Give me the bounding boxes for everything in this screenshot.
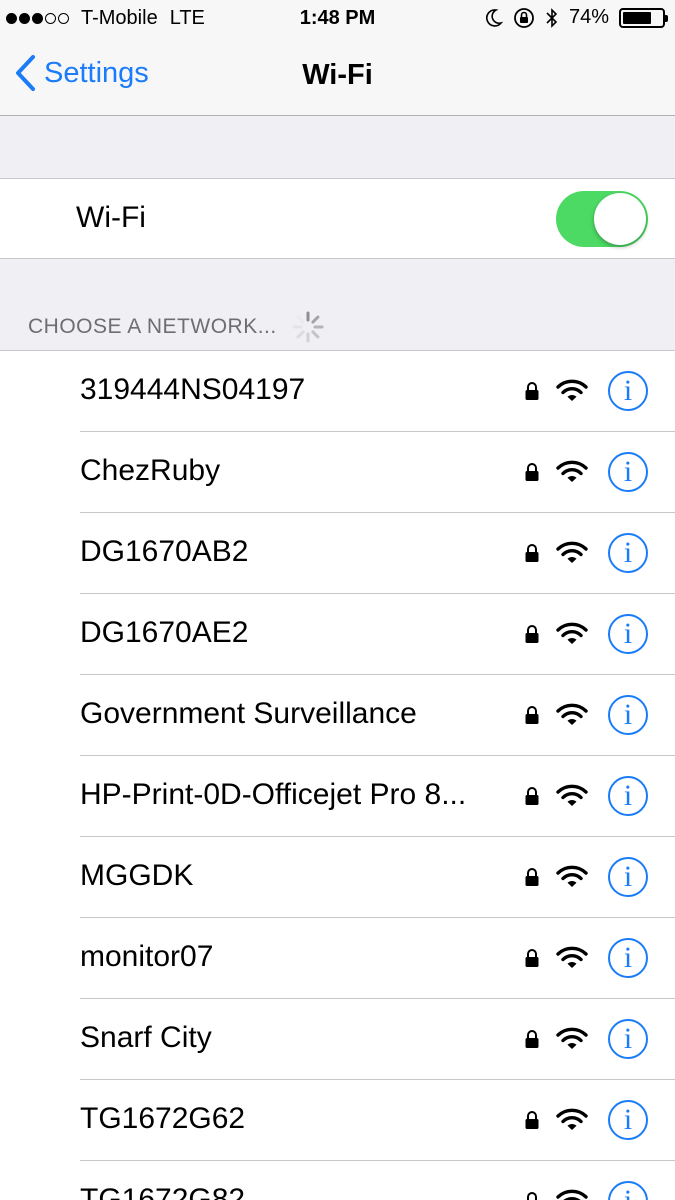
wifi-signal-icon: [556, 865, 588, 887]
wifi-signal-icon: [556, 1189, 588, 1200]
lock-icon: [525, 787, 539, 805]
network-name: monitor07: [80, 940, 214, 973]
bluetooth-icon: [546, 7, 558, 28]
lock-icon: [525, 382, 539, 400]
network-name: DG1670AE2: [80, 616, 249, 649]
lock-icon: [527, 1192, 537, 1200]
wifi-signal-icon: [556, 622, 588, 644]
lock-icon: [525, 1030, 539, 1048]
network-row[interactable]: 319444NS04197 i: [0, 351, 675, 432]
network-name: DG1670AB2: [80, 535, 249, 568]
page-title: Wi-Fi: [302, 59, 373, 91]
network-name: Snarf City: [80, 1021, 212, 1054]
top-bar: T-Mobile LTE 1:48 PM 74% Settings Wi-Fi: [0, 0, 675, 116]
info-button[interactable]: i: [608, 533, 648, 573]
network-row[interactable]: DG1670AE2 i: [0, 594, 675, 675]
lock-icon: [525, 625, 539, 643]
info-button[interactable]: i: [608, 1181, 648, 1200]
lock-icon: [525, 706, 539, 724]
info-button[interactable]: i: [608, 614, 648, 654]
navigation-bar: Settings Wi-Fi: [0, 40, 675, 116]
network-name: MGGDK: [80, 859, 194, 892]
network-row[interactable]: DG1670AB2 i: [0, 513, 675, 594]
network-name: Government Surveillance: [80, 697, 417, 730]
info-button[interactable]: i: [608, 371, 648, 411]
wifi-signal-icon: [556, 946, 588, 968]
wifi-signal-icon: [556, 1108, 588, 1130]
info-button[interactable]: i: [608, 776, 648, 816]
network-list: 319444NS04197 i ChezRuby i DG1670AB2 i D…: [0, 350, 675, 1200]
loading-spinner-icon: [292, 311, 324, 343]
network-row[interactable]: ChezRuby i: [0, 432, 675, 513]
network-name: TG1672G62: [80, 1102, 246, 1135]
wifi-signal-icon: [556, 703, 588, 725]
lock-icon: [525, 949, 539, 967]
toggle-knob: [594, 193, 646, 245]
wifi-signal-icon: [556, 460, 588, 482]
battery-icon: [619, 7, 668, 28]
lock-icon: [525, 544, 539, 562]
battery-percent: 74%: [568, 6, 609, 28]
section-header: CHOOSE A NETWORK...: [28, 310, 325, 344]
network-name: HP-Print-0D-Officejet Pro 8...: [80, 778, 467, 811]
network-row[interactable]: HP-Print-0D-Officejet Pro 8... i: [0, 756, 675, 837]
wifi-signal-icon: [556, 1027, 588, 1049]
info-button[interactable]: i: [608, 452, 648, 492]
section-header-label: CHOOSE A NETWORK...: [28, 315, 277, 338]
info-button[interactable]: i: [608, 1019, 648, 1059]
status-bar: T-Mobile LTE 1:48 PM 74%: [0, 0, 675, 40]
network-name: TG1672G82: [80, 1183, 246, 1200]
lock-icon: [525, 1111, 539, 1129]
network-name: ChezRuby: [80, 454, 221, 487]
info-button[interactable]: i: [608, 1100, 648, 1140]
wifi-toggle-row: Wi-Fi: [0, 178, 675, 259]
wifi-signal-icon: [556, 379, 588, 401]
network-row[interactable]: monitor07 i: [0, 918, 675, 999]
wifi-toggle-label: Wi-Fi: [76, 201, 146, 234]
wifi-signal-icon: [556, 784, 588, 806]
info-button[interactable]: i: [608, 695, 648, 735]
network-name: 319444NS04197: [80, 373, 306, 406]
network-row[interactable]: Snarf City i: [0, 999, 675, 1080]
wifi-toggle-switch[interactable]: [556, 191, 648, 247]
rotation-lock-icon: [514, 7, 534, 28]
info-button[interactable]: i: [608, 938, 648, 978]
network-row[interactable]: MGGDK i: [0, 837, 675, 918]
network-row[interactable]: TG1672G82 i: [0, 1161, 675, 1200]
wifi-signal-icon: [556, 541, 588, 563]
network-row[interactable]: TG1672G62 i: [0, 1080, 675, 1161]
network-row[interactable]: Government Surveillance i: [0, 675, 675, 756]
status-right: 74%: [485, 6, 668, 29]
lock-icon: [525, 868, 539, 886]
info-button[interactable]: i: [608, 857, 648, 897]
moon-icon: [486, 8, 503, 27]
lock-icon: [525, 463, 539, 481]
